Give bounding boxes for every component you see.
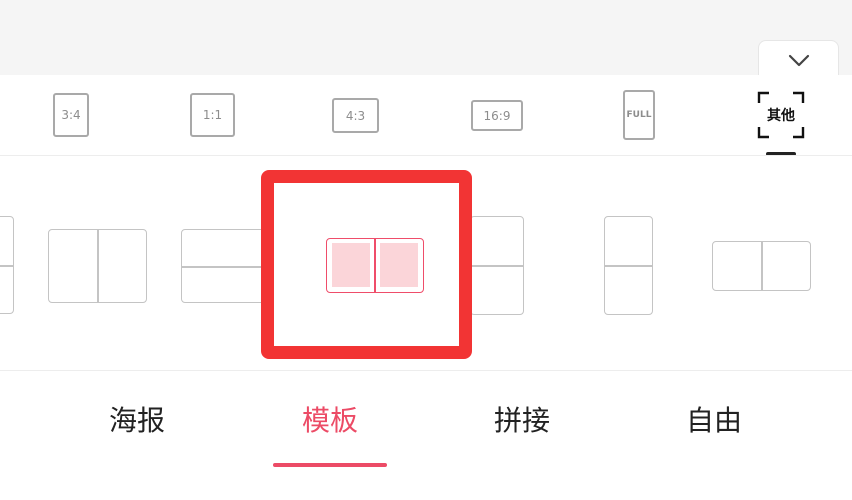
ratio-option-other[interactable]: 其他 [757, 91, 805, 139]
layout-two-columns-wide[interactable] [712, 241, 811, 291]
aspect-ratio-bar [0, 75, 852, 155]
ratio-option-other-label: 其他 [767, 108, 795, 124]
layout-cell-left [332, 243, 370, 287]
bottom-tab-bar: 海报 模板 拼接 自由 [0, 371, 852, 500]
layout-two-columns-selected[interactable] [326, 238, 424, 293]
ratio-option-full[interactable]: FULL [623, 90, 655, 140]
layout-partial-left[interactable] [0, 216, 14, 314]
ratio-option-3-4[interactable]: 3:4 [53, 93, 89, 137]
layout-two-rows-tall[interactable] [470, 216, 524, 315]
tab-template[interactable]: 模板 [270, 399, 390, 439]
selected-layout-highlight[interactable] [261, 170, 472, 359]
tab-splice[interactable]: 拼接 [462, 399, 582, 439]
layout-template-strip [0, 156, 852, 370]
top-area [0, 0, 852, 75]
tab-poster[interactable]: 海报 [77, 399, 197, 439]
layout-cell-right [380, 243, 418, 287]
tab-free[interactable]: 自由 [654, 399, 774, 439]
ratio-option-16-9[interactable]: 16:9 [471, 100, 523, 131]
chevron-down-icon [788, 54, 810, 67]
layout-divider [374, 239, 376, 292]
active-tab-indicator [273, 463, 387, 467]
layout-two-rows-narrow[interactable] [604, 216, 653, 315]
ratio-option-1-1[interactable]: 1:1 [190, 93, 235, 137]
ratio-option-4-3[interactable]: 4:3 [332, 98, 379, 133]
layout-two-columns[interactable] [48, 229, 147, 303]
